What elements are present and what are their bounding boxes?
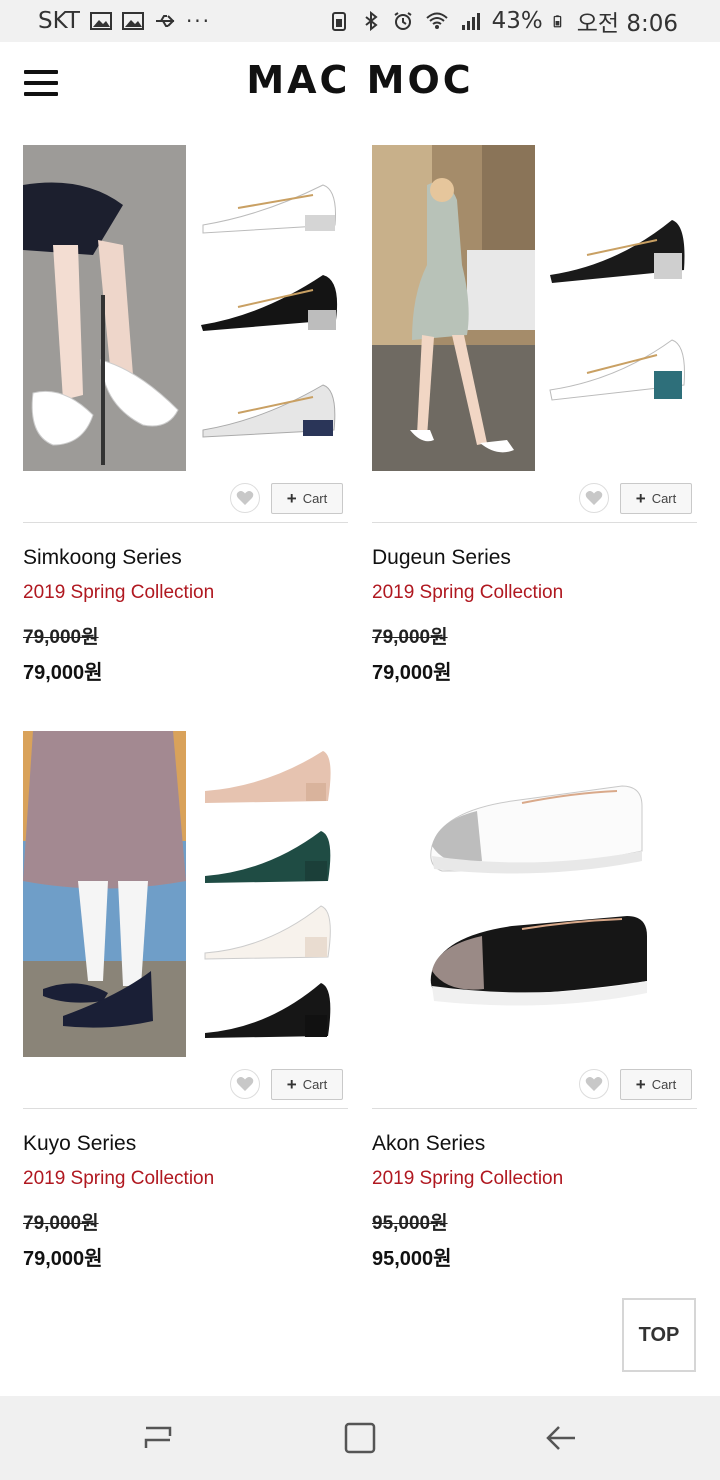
image-icon [121, 12, 144, 30]
status-bar: SKT ··· 43% 오전 8:06 [0, 0, 720, 42]
heart-icon [236, 1077, 254, 1091]
signal-icon [461, 13, 480, 30]
heart-icon [236, 491, 254, 505]
wifi-icon [425, 12, 448, 29]
status-left: SKT ··· [38, 8, 211, 34]
product-name[interactable]: Akon Series [372, 1132, 485, 1156]
recent-apps-icon[interactable] [138, 1418, 178, 1458]
alarm-icon [394, 12, 412, 30]
plus-icon: + [635, 1075, 646, 1094]
product-collection: 2019 Spring Collection [372, 582, 564, 603]
sale-price: 79,000원 [23, 662, 103, 684]
home-icon[interactable] [340, 1418, 380, 1458]
product-collection: 2019 Spring Collection [372, 1168, 564, 1189]
product-name[interactable]: Dugeun Series [372, 546, 511, 570]
brand-logo[interactable]: MAC MOC [0, 58, 720, 102]
divider [372, 522, 697, 523]
sale-price: 79,000원 [23, 1248, 103, 1270]
status-right: 43% 오전 8:06 [328, 4, 678, 38]
product-collection: 2019 Spring Collection [23, 582, 215, 603]
navigation-bar [0, 1396, 720, 1480]
product-name[interactable]: Simkoong Series [23, 546, 182, 570]
card-actions: + Cart [23, 1068, 348, 1108]
divider [372, 1108, 697, 1109]
card-actions: + Cart [372, 1068, 697, 1108]
back-icon[interactable] [541, 1418, 581, 1458]
battery-saver-icon [331, 12, 346, 31]
product-image[interactable] [372, 145, 697, 471]
product-collection: 2019 Spring Collection [23, 1168, 215, 1189]
add-to-cart-button[interactable]: + Cart [271, 483, 343, 514]
plus-icon: + [286, 1075, 297, 1094]
card-actions: + Cart [372, 482, 697, 522]
add-to-cart-button[interactable]: + Cart [271, 1069, 343, 1100]
more-notifications: ··· [185, 9, 212, 33]
divider [23, 1108, 348, 1109]
wishlist-heart-button[interactable] [579, 1069, 609, 1099]
battery-percent: 43% [491, 8, 543, 34]
product-image[interactable] [23, 145, 348, 471]
cart-label: Cart [302, 1077, 328, 1092]
clock: 오전 8:06 [576, 11, 678, 37]
battery-icon [553, 15, 561, 28]
wishlist-heart-button[interactable] [230, 483, 260, 513]
add-to-cart-button[interactable]: + Cart [620, 483, 692, 514]
bluetooth-icon [364, 11, 378, 31]
carrier-label: SKT [38, 8, 80, 34]
card-actions: + Cart [23, 482, 348, 522]
plus-icon: + [286, 489, 297, 508]
plus-icon: + [635, 489, 646, 508]
sale-price: 95,000원 [372, 1248, 452, 1270]
add-to-cart-button[interactable]: + Cart [620, 1069, 692, 1100]
app-header: MAC MOC [0, 42, 720, 130]
scroll-to-top-button[interactable]: TOP [622, 1298, 696, 1372]
product-name[interactable]: Kuyo Series [23, 1132, 136, 1156]
cart-label: Cart [651, 491, 677, 506]
cart-label: Cart [651, 1077, 677, 1092]
wishlist-heart-button[interactable] [230, 1069, 260, 1099]
divider [23, 522, 348, 523]
product-image[interactable] [23, 731, 348, 1057]
cart-label: Cart [302, 491, 328, 506]
original-price: 79,000원 [23, 1213, 99, 1234]
original-price: 95,000원 [372, 1213, 448, 1234]
gallery-icon [89, 12, 112, 30]
original-price: 79,000원 [23, 627, 99, 648]
usb-icon [155, 15, 175, 27]
wishlist-heart-button[interactable] [579, 483, 609, 513]
original-price: 79,000원 [372, 627, 448, 648]
heart-icon [585, 491, 603, 505]
product-image[interactable] [372, 731, 697, 1057]
sale-price: 79,000원 [372, 662, 452, 684]
heart-icon [585, 1077, 603, 1091]
